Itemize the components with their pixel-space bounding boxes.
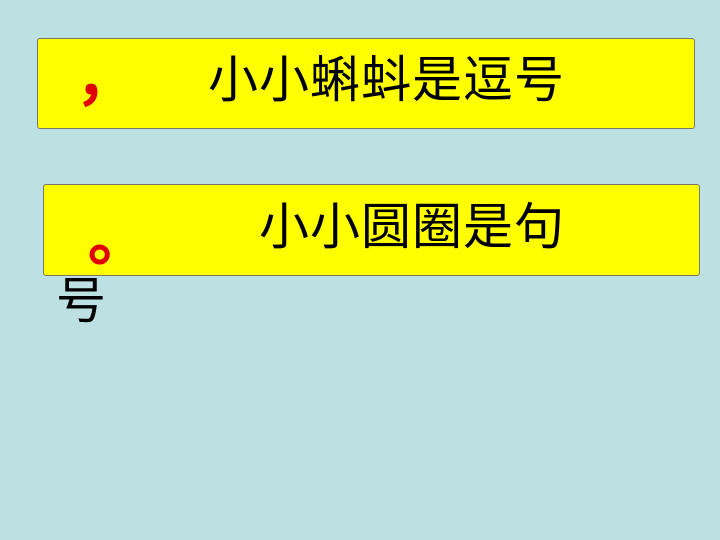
comma-sentence: 小小蝌蚪是逗号 — [208, 51, 565, 109]
period-card: 。 小小圆圈是句 — [43, 184, 700, 276]
period-mark: 。 — [88, 205, 148, 275]
period-sentence: 小小圆圈是句 — [259, 198, 565, 256]
comma-card: ， 小小蝌蚪是逗号 — [37, 38, 695, 129]
comma-mark: ， — [76, 41, 139, 114]
period-sentence-overflow: 号 — [56, 272, 106, 330]
